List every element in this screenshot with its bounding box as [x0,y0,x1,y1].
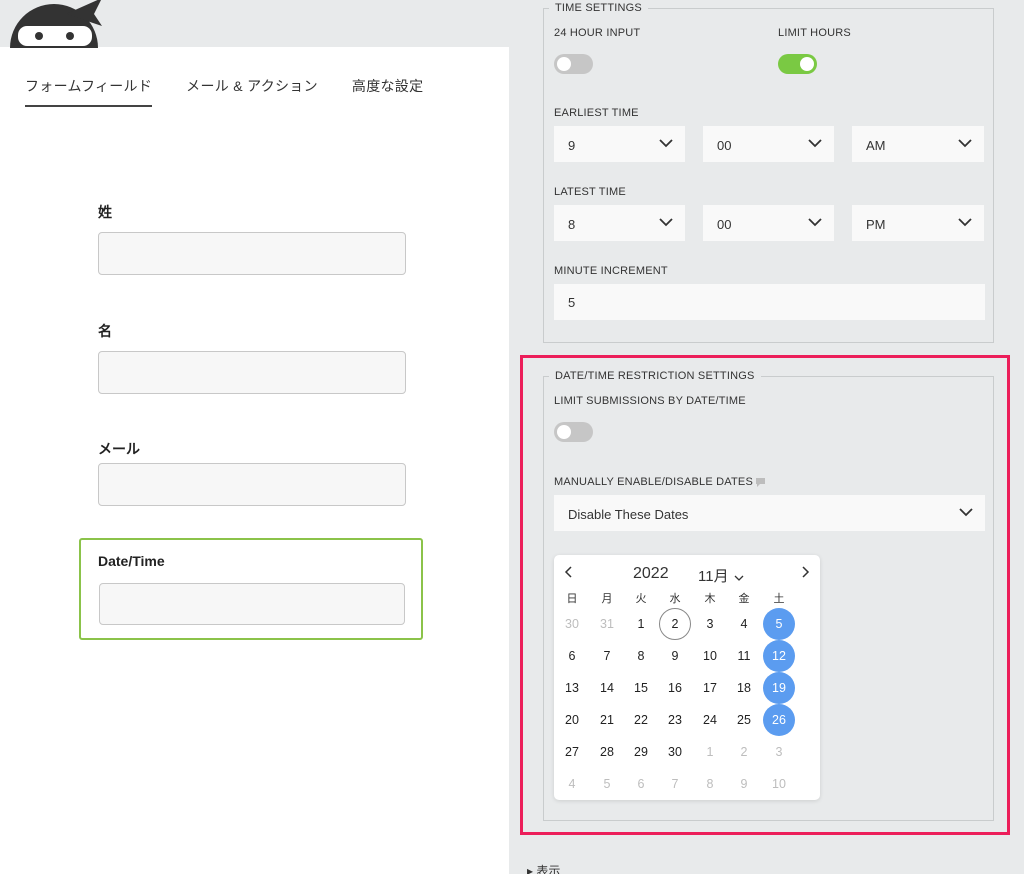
time-settings-legend: TIME SETTINGS [549,2,648,14]
ninja-logo-icon [4,0,104,48]
earliest-minute-value: 00 [717,138,732,153]
earliest-ampm-select[interactable]: AM [852,126,984,162]
display-section-toggle[interactable]: ▸ 表示 [527,862,560,874]
field-label-datetime: Date/Time [98,553,165,569]
chevron-down-icon [808,218,822,227]
latest-minute-select[interactable]: 00 [703,205,834,241]
hour24-toggle[interactable] [554,54,593,74]
last-name-input-preview[interactable] [98,232,406,275]
minute-increment-label: MINUTE INCREMENT [554,265,668,277]
minute-increment-value: 5 [568,295,576,310]
email-input-preview[interactable] [98,463,406,506]
first-name-input-preview[interactable] [98,351,406,394]
chevron-down-icon [958,218,972,227]
display-section-label: 表示 [536,864,561,874]
toggle-knob [800,57,814,71]
tab-advanced-settings[interactable]: 高度な設定 [352,76,424,107]
chevron-right-icon: ▸ [527,864,534,874]
latest-hour-value: 8 [568,217,576,232]
chevron-down-icon [958,139,972,148]
latest-minute-value: 00 [717,217,732,232]
restriction-highlight-box [520,355,1010,835]
latest-hour-select[interactable]: 8 [554,205,685,241]
limit-hours-label: LIMIT HOURS [778,27,851,39]
earliest-hour-value: 9 [568,138,576,153]
datetime-input-preview[interactable] [99,583,405,625]
limit-hours-toggle[interactable] [778,54,817,74]
field-label-last-name: 姓 [98,204,112,220]
chevron-down-icon [659,139,673,148]
tab-emails-actions[interactable]: メール & アクション [186,76,318,107]
earliest-hour-select[interactable]: 9 [554,126,685,162]
hour24-label: 24 HOUR INPUT [554,27,641,39]
builder-tabs: フォームフィールド メール & アクション 高度な設定 [25,76,457,107]
field-label-first-name: 名 [98,323,112,339]
earliest-minute-select[interactable]: 00 [703,126,834,162]
chevron-down-icon [659,218,673,227]
latest-time-label: LATEST TIME [554,186,626,198]
earliest-ampm-value: AM [866,138,886,153]
field-label-email: メール [98,441,140,457]
tab-form-fields[interactable]: フォームフィールド [25,76,153,107]
earliest-time-label: EARLIEST TIME [554,107,639,119]
latest-ampm-select[interactable]: PM [852,205,984,241]
builder-panel: フォームフィールド メール & アクション 高度な設定 姓 名 メール Date… [0,0,509,874]
builder-canvas [0,47,509,874]
minute-increment-input[interactable]: 5 [554,284,985,320]
latest-ampm-value: PM [866,217,886,232]
chevron-down-icon [808,139,822,148]
toggle-knob [557,57,571,71]
